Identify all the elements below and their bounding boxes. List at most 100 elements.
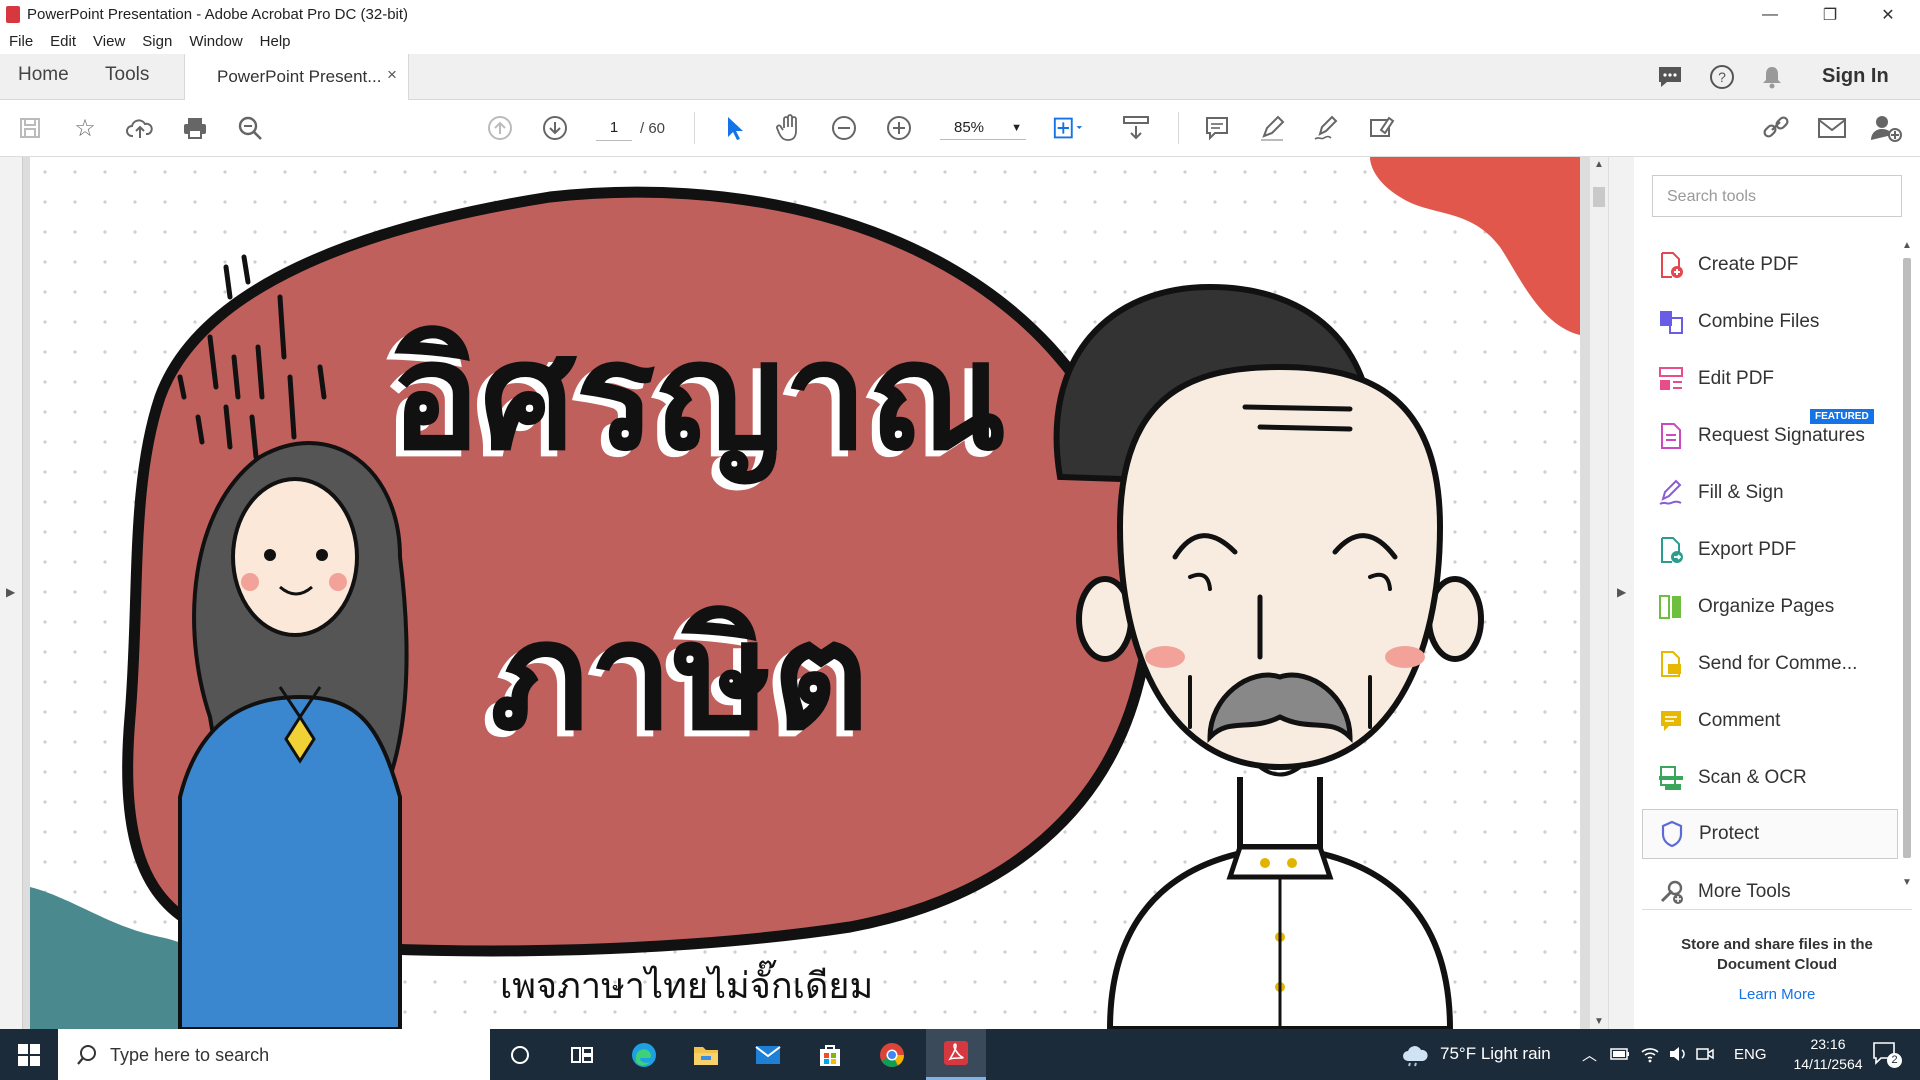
chrome-icon[interactable] <box>864 1029 920 1080</box>
learn-more-link[interactable]: Learn More <box>1652 986 1902 1003</box>
minimize-button[interactable]: — <box>1744 0 1796 30</box>
share-link-icon[interactable] <box>1760 112 1792 144</box>
add-user-icon[interactable] <box>1870 112 1902 144</box>
scroll-down-icon[interactable]: ▼ <box>1902 877 1912 888</box>
scroll-mode-icon[interactable] <box>1120 112 1152 144</box>
menu-help[interactable]: Help <box>251 30 299 54</box>
zoom-level-value: 85% <box>954 119 985 136</box>
select-cursor-icon[interactable] <box>718 112 750 144</box>
taskbar-search[interactable]: Type here to search <box>58 1029 490 1080</box>
tab-document[interactable]: PowerPoint Present... × <box>184 54 409 100</box>
mail-icon[interactable] <box>740 1029 796 1080</box>
volume-icon[interactable] <box>1668 1045 1688 1068</box>
protect-icon <box>1657 819 1687 849</box>
right-pane-toggle[interactable]: ▶ <box>1608 157 1636 1029</box>
tool-send-for-comment[interactable]: Send for Comme... <box>1642 640 1896 688</box>
tool-label: Comment <box>1698 710 1781 731</box>
scrollbar-thumb[interactable] <box>1593 187 1605 207</box>
email-icon[interactable] <box>1816 112 1848 144</box>
tab-tools[interactable]: Tools <box>105 64 149 86</box>
tool-label: Protect <box>1699 823 1760 844</box>
acrobat-app-icon <box>6 6 20 23</box>
tools-divider <box>1642 909 1912 910</box>
close-tab-icon[interactable]: × <box>387 65 397 85</box>
menu-bar: File Edit View Sign Window Help <box>0 30 1920 54</box>
page-number-input[interactable]: 1 <box>596 116 632 141</box>
zoom-in-icon[interactable] <box>883 112 915 144</box>
acrobat-taskbar-icon[interactable] <box>926 1029 986 1080</box>
comment-icon <box>1656 706 1686 736</box>
restore-button[interactable]: ❐ <box>1804 0 1856 30</box>
notification-bell-icon[interactable] <box>1758 63 1786 91</box>
fit-page-icon[interactable] <box>1052 112 1084 144</box>
notification-center-icon[interactable]: 2 <box>1872 1041 1902 1069</box>
document-tab-label: PowerPoint Present... <box>217 67 382 86</box>
tool-request-signatures[interactable]: Request Signatures <box>1642 412 1896 460</box>
document-scrollbar[interactable]: ▲ ▼ <box>1590 157 1608 1029</box>
weather-text[interactable]: 75°F Light rain <box>1440 1044 1551 1064</box>
sign-in-button[interactable]: Sign In <box>1822 65 1889 88</box>
tool-label: Organize Pages <box>1698 596 1835 617</box>
taskbar-search-placeholder: Type here to search <box>110 1045 270 1065</box>
tool-organize-pages[interactable]: Organize Pages <box>1642 583 1896 631</box>
scroll-up-icon[interactable]: ▲ <box>1902 240 1912 251</box>
zoom-search-icon[interactable] <box>234 112 266 144</box>
sign-pen-icon[interactable] <box>1311 112 1343 144</box>
microsoft-store-icon[interactable] <box>802 1029 858 1080</box>
hand-tool-icon[interactable] <box>773 112 805 144</box>
search-tools-input[interactable]: Search tools <box>1652 175 1902 217</box>
show-hidden-icons-icon[interactable]: ︿ <box>1582 1044 1597 1065</box>
menu-file[interactable]: File <box>0 30 41 54</box>
menu-window[interactable]: Window <box>180 30 250 54</box>
menu-view[interactable]: View <box>84 30 133 54</box>
tab-home[interactable]: Home <box>18 64 69 86</box>
input-language[interactable]: ENG <box>1734 1046 1767 1063</box>
tool-comment[interactable]: Comment <box>1642 697 1896 745</box>
tool-protect[interactable]: Protect <box>1642 809 1898 859</box>
print-icon[interactable] <box>179 112 211 144</box>
chat-icon[interactable] <box>1656 63 1684 91</box>
next-page-icon[interactable] <box>539 112 571 144</box>
zoom-level-select[interactable]: 85% ▼ <box>940 116 1026 140</box>
scroll-down-icon[interactable]: ▼ <box>1594 1016 1604 1027</box>
left-pane-collapse[interactable]: ▶ <box>0 157 23 1029</box>
tool-export-pdf[interactable]: Export PDF <box>1642 526 1896 574</box>
save-icon[interactable] <box>14 112 46 144</box>
tools-pane-scrollbar[interactable]: ▲ ▼ <box>1900 240 1914 906</box>
close-window-button[interactable]: ✕ <box>1862 0 1914 30</box>
tool-combine-files[interactable]: Combine Files <box>1642 298 1896 346</box>
clock-date: 14/11/2564 <box>1793 1056 1863 1072</box>
scrollbar-thumb[interactable] <box>1903 258 1911 858</box>
tool-fill-sign[interactable]: Fill & Sign <box>1642 469 1896 517</box>
clock[interactable]: 23:16 14/11/2564 <box>1790 1034 1866 1074</box>
expand-left-pane-icon[interactable]: ▶ <box>6 585 15 599</box>
menu-edit[interactable]: Edit <box>41 30 84 54</box>
upload-cloud-icon[interactable] <box>124 112 156 144</box>
tool-label: Edit PDF <box>1698 368 1775 389</box>
help-icon[interactable]: ? <box>1708 63 1736 91</box>
star-icon[interactable]: ☆ <box>69 112 101 144</box>
previous-page-icon[interactable] <box>484 112 516 144</box>
battery-icon[interactable] <box>1610 1047 1630 1066</box>
wifi-icon[interactable] <box>1640 1045 1660 1068</box>
tool-create-pdf[interactable]: Create PDF <box>1642 241 1896 289</box>
collapse-right-pane-icon[interactable]: ▶ <box>1617 585 1626 599</box>
file-explorer-icon[interactable] <box>678 1029 734 1080</box>
tool-label: More Tools <box>1698 881 1791 902</box>
scroll-up-icon[interactable]: ▲ <box>1594 159 1604 170</box>
zoom-out-icon[interactable] <box>828 112 860 144</box>
comment-icon[interactable] <box>1201 112 1233 144</box>
menu-sign[interactable]: Sign <box>133 30 180 54</box>
create-pdf-icon <box>1656 250 1686 280</box>
export-pdf-icon <box>1656 535 1686 565</box>
highlight-pen-icon[interactable] <box>1256 112 1288 144</box>
weather-icon[interactable] <box>1400 1043 1430 1072</box>
fill-sign-icon[interactable] <box>1366 112 1398 144</box>
meet-now-icon[interactable] <box>1696 1046 1714 1067</box>
edge-browser-icon[interactable] <box>616 1029 672 1080</box>
tool-scan-ocr[interactable]: Scan & OCR <box>1642 754 1896 802</box>
start-button[interactable] <box>0 1029 58 1080</box>
task-view-icon[interactable] <box>554 1029 610 1080</box>
tool-edit-pdf[interactable]: Edit PDF <box>1642 355 1896 403</box>
task-view-cortana-icon[interactable] <box>492 1029 548 1080</box>
